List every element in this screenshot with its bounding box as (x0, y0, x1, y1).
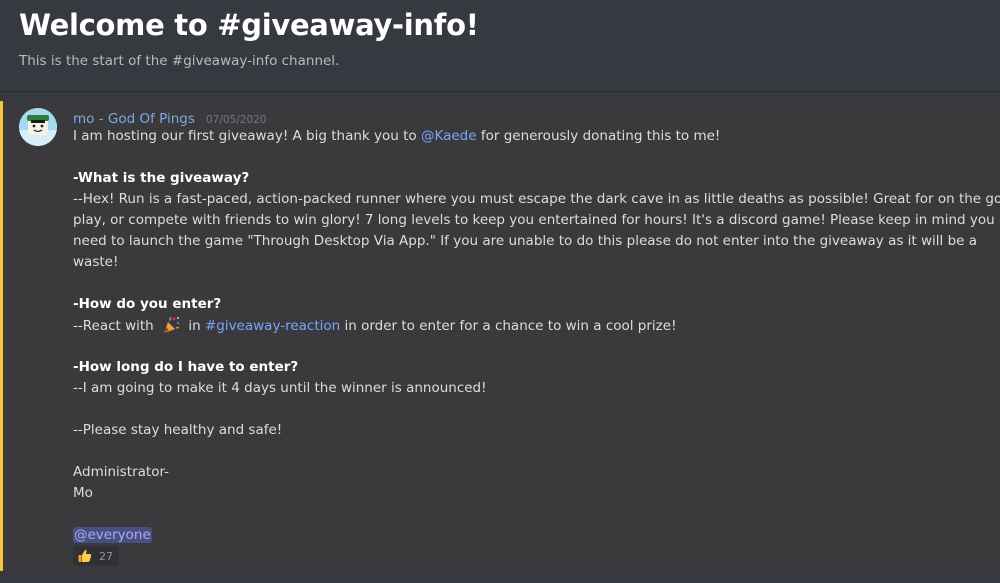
reaction-thumbs-up[interactable]: 27 (73, 546, 119, 566)
enter-text-end: in order to enter for a chance to win a … (340, 318, 677, 334)
bottom-strip (0, 571, 1000, 583)
what-text-line: --Hex! Run is a fast-paced, action-packe… (73, 191, 1000, 207)
signature-line: Administrator- (73, 464, 170, 480)
enter-heading: -How do you enter? (73, 296, 222, 312)
thumbs-up-icon (78, 549, 92, 562)
enter-line: --React with in #giveaway-reaction in or… (73, 315, 973, 336)
intro-line: I am hosting our first giveaway! A big t… (73, 126, 973, 147)
mention-highlight-bar (0, 101, 3, 571)
message-content: I am hosting our first giveaway! A big t… (73, 126, 1000, 546)
signature-line: Mo (73, 485, 93, 501)
discord-channel-view: Welcome to #giveaway-info! This is the s… (0, 0, 1000, 583)
avatar[interactable] (19, 108, 57, 146)
intro-text-end: for generously donating this to me! (476, 128, 721, 144)
everyone-line: @everyone (73, 525, 973, 546)
what-text-line: play, or compete with friends to win glo… (73, 212, 995, 228)
closing-text: --Please stay healthy and safe! (73, 422, 283, 438)
roblox-avatar-icon (19, 108, 57, 146)
header-divider (0, 91, 1000, 92)
what-heading: -What is the giveaway? (73, 170, 250, 186)
party-popper-icon (164, 317, 180, 333)
message-timestamp: 07/05/2020 (205, 114, 267, 126)
channel-link-giveaway-reaction[interactable]: #giveaway-reaction (205, 318, 340, 334)
enter-text-mid: in (184, 318, 205, 334)
what-text-line: waste! (73, 254, 119, 270)
reaction-count: 27 (99, 549, 113, 563)
welcome-title: Welcome to #giveaway-info! (19, 8, 479, 42)
channel-welcome-header: Welcome to #giveaway-info! This is the s… (0, 0, 1000, 92)
message-author[interactable]: mo - God Of Pings (73, 111, 195, 127)
everyone-mention[interactable]: @everyone (73, 527, 152, 543)
welcome-subtitle: This is the start of the #giveaway-info … (19, 53, 340, 69)
message-header: mo - God Of Pings 07/05/2020 (73, 108, 267, 127)
duration-text: --I am going to make it 4 days until the… (73, 380, 487, 396)
duration-heading: -How long do I have to enter? (73, 359, 299, 375)
enter-text: --React with (73, 318, 159, 334)
user-mention-kaede[interactable]: @Kaede (421, 128, 477, 144)
what-text-line: need to launch the game "Through Desktop… (73, 233, 978, 249)
message: mo - God Of Pings 07/05/2020 I am hostin… (0, 101, 1000, 571)
intro-text: I am hosting our first giveaway! A big t… (73, 128, 421, 144)
